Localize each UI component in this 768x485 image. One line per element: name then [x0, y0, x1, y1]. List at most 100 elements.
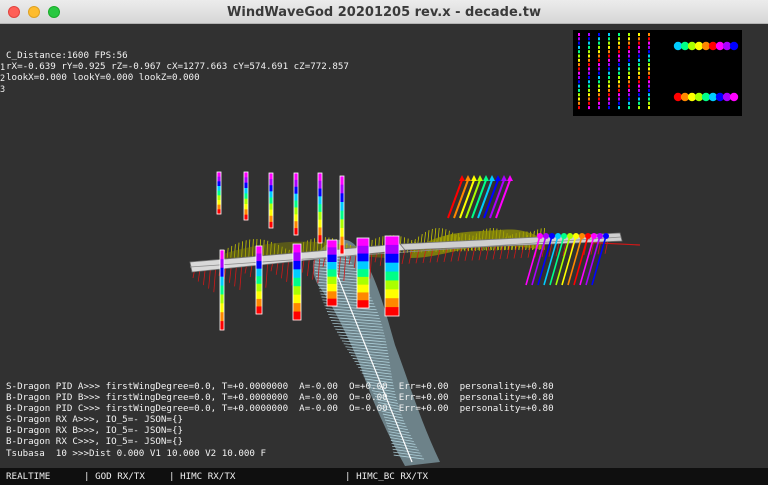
arrow-line — [447, 179, 463, 219]
minimap-dot — [618, 101, 620, 105]
minimap-dot — [588, 50, 590, 54]
minimap-dot — [588, 41, 590, 45]
minimap-dot — [608, 37, 610, 41]
minimap-dot — [618, 54, 620, 58]
hud-distance: C_Distance:1600 FPS:56 — [6, 50, 128, 61]
hud-look: lookX=0.000 lookY=0.000 lookZ=0.000 — [6, 72, 200, 83]
minimap-dot — [648, 76, 650, 79]
telemetry-line: B-Dragon RX B>>>, IO_5=- JSON={} — [6, 425, 184, 436]
minimap-dot — [588, 58, 590, 62]
minimap-dot — [648, 58, 650, 62]
minimap-dot — [618, 41, 620, 45]
minimap-ball — [729, 92, 739, 102]
sensor-node — [549, 233, 555, 239]
arrow-line — [471, 179, 487, 219]
minimap-dot — [638, 45, 640, 49]
minimap-dot — [628, 97, 630, 101]
minimap-dot — [608, 101, 610, 105]
minimap-dot — [578, 101, 580, 105]
line-number-1: 1 — [0, 63, 6, 73]
minimap-dot — [618, 37, 620, 41]
wing-bar — [216, 171, 222, 215]
minimap-dot — [588, 33, 590, 36]
minimap-dot — [648, 33, 650, 36]
minimap-dot — [628, 93, 630, 97]
minimap-dot — [618, 76, 620, 79]
minimap-dot — [648, 88, 650, 92]
minimap-dot — [578, 88, 580, 92]
minimap-dot — [618, 58, 620, 62]
minimap-dot — [638, 37, 640, 41]
minimap-dot — [638, 93, 640, 97]
minimap-dot — [618, 93, 620, 97]
sensor-node — [543, 233, 549, 239]
minimap-dot — [588, 88, 590, 92]
minimap-dot — [608, 45, 610, 49]
sensor-node — [585, 233, 591, 239]
minimap-dot — [618, 33, 620, 36]
minimap-dot — [618, 80, 620, 84]
minimap-dot — [618, 45, 620, 49]
minimap-dot — [628, 71, 630, 75]
minimap-dot — [608, 84, 610, 88]
minimap-dot — [628, 50, 630, 54]
minimap-dot — [598, 84, 600, 88]
arrow-head — [459, 175, 465, 181]
minimap-dot — [598, 71, 600, 75]
minimap-dot — [578, 93, 580, 97]
minimap-dot — [628, 33, 630, 36]
minimap-dot — [608, 97, 610, 101]
minimap-dot — [638, 33, 640, 36]
minimap-dot — [638, 80, 640, 84]
minimap-dot — [638, 84, 640, 88]
minimap-dot — [598, 93, 600, 97]
minimap-dot — [588, 106, 590, 110]
minimap-dot — [608, 41, 610, 45]
minimap-panel — [573, 30, 742, 116]
minimap-dot — [648, 63, 650, 67]
minimap-dot — [598, 101, 600, 105]
minimap-dot — [618, 88, 620, 92]
minimap-dot — [628, 63, 630, 67]
minimap-dot — [578, 67, 580, 71]
minimap-dot — [578, 54, 580, 58]
telemetry-line: S-Dragon PID A>>> firstWingDegree=0.0, T… — [6, 381, 554, 392]
minimap-dot — [638, 71, 640, 75]
minimap-dot — [588, 67, 590, 71]
minimap-dot — [578, 71, 580, 75]
minimap-dot — [628, 84, 630, 88]
minimap-dot — [608, 67, 610, 71]
minimap-dot — [648, 54, 650, 58]
minimap-dot — [588, 45, 590, 49]
minimap-dot — [608, 33, 610, 36]
minimap-dot — [588, 37, 590, 41]
minimap-dot — [598, 80, 600, 84]
minimap-dot — [608, 106, 610, 110]
minimap-dot — [578, 80, 580, 84]
minimap-dot — [578, 106, 580, 110]
minimap-dot — [578, 97, 580, 101]
arrow-head — [483, 175, 489, 181]
minimap-dot — [608, 63, 610, 67]
wing-bar — [339, 175, 345, 255]
minimap-dot — [598, 67, 600, 71]
minimap-dot — [598, 106, 600, 110]
minimap-dot — [578, 58, 580, 62]
minimap-dot — [628, 37, 630, 41]
arrow-head — [489, 175, 495, 181]
minimap-dot — [628, 106, 630, 110]
minimap-dot — [578, 41, 580, 45]
minimap-dot — [638, 106, 640, 110]
sensor-stick — [579, 235, 595, 286]
minimap-dot — [598, 76, 600, 79]
minimap-dot — [578, 76, 580, 79]
minimap-dot — [628, 80, 630, 84]
minimap-dot — [628, 54, 630, 58]
minimap-dot — [578, 45, 580, 49]
minimap-dot — [628, 41, 630, 45]
minimap-dot — [648, 41, 650, 45]
minimap-dot — [648, 101, 650, 105]
arrow-head — [477, 175, 483, 181]
sensor-node — [561, 233, 567, 239]
minimap-dot — [588, 63, 590, 67]
